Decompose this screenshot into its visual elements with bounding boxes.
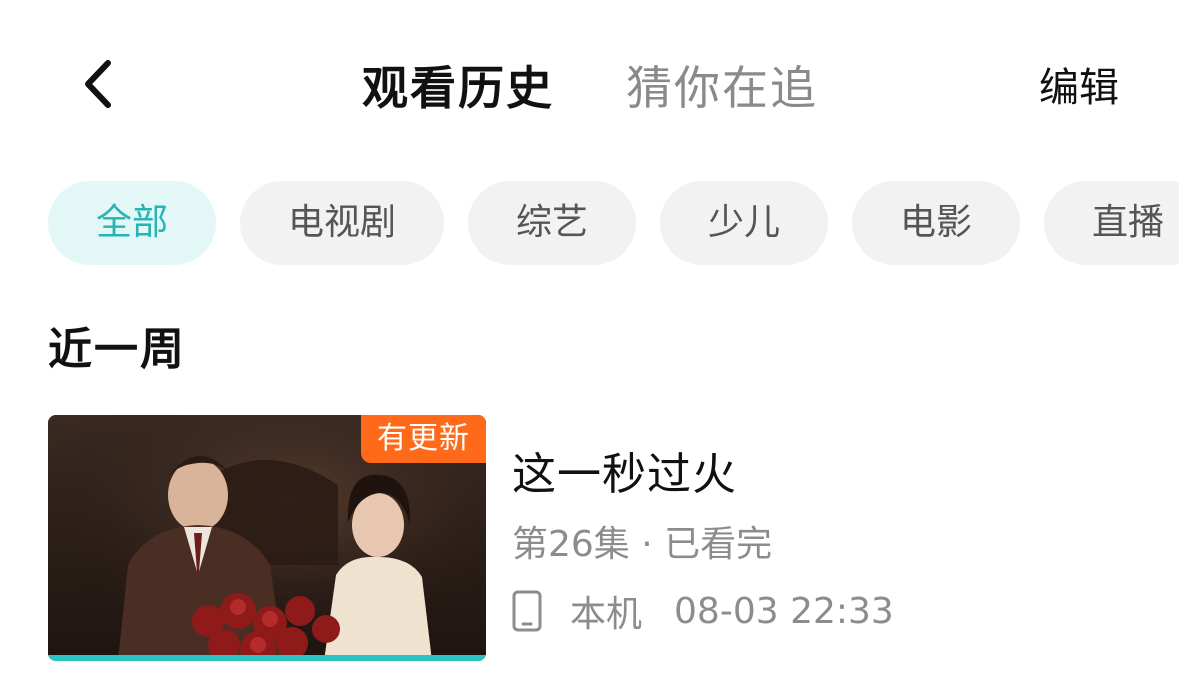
watch-progress-fill: [48, 655, 486, 661]
history-item[interactable]: 有更新 这一秒过火 第26集 · 已看完 本机 08-03 22:33: [48, 415, 1179, 665]
filter-chip-live[interactable]: 直播: [1044, 181, 1179, 265]
edit-button[interactable]: 编辑: [1039, 60, 1119, 116]
tab-following[interactable]: 猜你在追: [626, 58, 818, 118]
tab-watch-history[interactable]: 观看历史: [362, 58, 554, 118]
watch-time: 08-03 22:33: [674, 590, 894, 632]
filter-chip-tv[interactable]: 电视剧: [240, 181, 444, 265]
item-meta: 本机 08-03 22:33: [512, 585, 894, 637]
device-label: 本机: [570, 594, 643, 635]
top-bar: 观看历史 猜你在追 编辑: [0, 0, 1179, 170]
item-episode-status: 第26集 · 已看完: [512, 524, 773, 565]
filter-chip-movie[interactable]: 电影: [852, 181, 1020, 265]
video-thumbnail[interactable]: 有更新: [48, 415, 486, 661]
filter-chip-variety[interactable]: 综艺: [468, 181, 636, 265]
phone-icon: [512, 590, 548, 632]
chevron-left-icon: [85, 60, 111, 108]
item-title[interactable]: 这一秒过火: [512, 445, 737, 505]
update-badge: 有更新: [361, 415, 486, 463]
back-button[interactable]: [70, 54, 126, 114]
watch-progress-bar: [48, 655, 486, 661]
filter-chip-kids[interactable]: 少儿: [660, 181, 828, 265]
filter-chip-all[interactable]: 全部: [48, 181, 216, 265]
section-title: 近一周: [48, 324, 186, 375]
filter-chips: 全部 电视剧 综艺 少儿 电影 直播: [48, 181, 1179, 265]
